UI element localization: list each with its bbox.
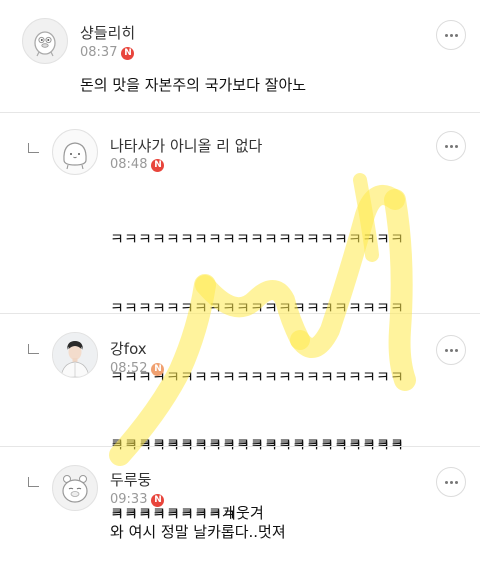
more-options-button[interactable] bbox=[436, 20, 466, 50]
comment-3: 강fox 08:52 N ㅋㅋㅋㅋㅋㅋㅋㅋㅋㅋㅋㅋㅋㅋㅋㅋㅋㅋㅋㅋㅋ ㅋㅋㅋㅋㅋㅋ… bbox=[0, 314, 480, 522]
dot-icon bbox=[454, 348, 458, 352]
duck-character-icon bbox=[34, 31, 56, 57]
dot-icon bbox=[444, 348, 448, 352]
new-badge: N bbox=[151, 494, 165, 507]
more-options-button[interactable] bbox=[436, 467, 466, 497]
new-badge: N bbox=[121, 47, 135, 60]
dot-icon bbox=[454, 33, 458, 37]
timestamp: 08:48 N bbox=[110, 157, 165, 172]
avatar[interactable] bbox=[52, 332, 98, 378]
dot-icon bbox=[449, 144, 453, 148]
dot-icon bbox=[454, 144, 458, 148]
new-badge: N bbox=[151, 363, 165, 376]
timestamp-value: 08:48 bbox=[110, 157, 148, 172]
author-name[interactable]: 샹들리히 bbox=[80, 22, 135, 43]
more-options-button[interactable] bbox=[436, 131, 466, 161]
reply-arrow-icon bbox=[28, 143, 39, 153]
avatar[interactable] bbox=[22, 18, 68, 64]
comment-4: 두루둥 09:33 N 와 여시 정말 날카롭다..멋져 bbox=[0, 447, 480, 560]
person-portrait-icon bbox=[53, 333, 97, 377]
avatar[interactable] bbox=[52, 465, 98, 511]
dot-icon bbox=[449, 33, 453, 37]
dot-icon bbox=[444, 480, 448, 484]
more-options-button[interactable] bbox=[436, 335, 466, 365]
author-name[interactable]: 강fox bbox=[110, 338, 147, 359]
dot-icon bbox=[449, 480, 453, 484]
dot-icon bbox=[454, 480, 458, 484]
comment-text: 와 여시 정말 날카롭다..멋져 bbox=[110, 523, 286, 541]
comment-1: 샹들리히 08:37 N 돈의 맛을 자본주의 국가보다 잘아노 bbox=[0, 0, 480, 112]
blob-character-icon bbox=[63, 142, 87, 170]
timestamp-value: 09:33 bbox=[110, 492, 148, 507]
comment-text: 돈의 맛을 자본주의 국가보다 잘아노 bbox=[80, 76, 307, 94]
comment-text-line: ㅋㅋㅋㅋㅋㅋㅋㅋㅋㅋㅋㅋㅋㅋㅋㅋㅋㅋㅋㅋㅋ bbox=[110, 230, 405, 248]
dot-icon bbox=[444, 144, 448, 148]
author-name[interactable]: 두루둥 bbox=[110, 469, 151, 490]
bear-character-icon bbox=[62, 475, 88, 503]
timestamp: 09:33 N bbox=[110, 492, 165, 507]
timestamp-value: 08:52 bbox=[110, 361, 148, 376]
comment-2: 나타샤가 아니올 리 없다 08:48 N ㅋㅋㅋㅋㅋㅋㅋㅋㅋㅋㅋㅋㅋㅋㅋㅋㅋㅋㅋ… bbox=[0, 113, 480, 524]
dot-icon bbox=[449, 348, 453, 352]
author-name[interactable]: 나타샤가 아니올 리 없다 bbox=[110, 135, 262, 156]
timestamp: 08:52 N bbox=[110, 361, 165, 376]
avatar[interactable] bbox=[52, 129, 98, 175]
dot-icon bbox=[444, 33, 448, 37]
reply-arrow-icon bbox=[28, 477, 39, 487]
timestamp: 08:37 N bbox=[80, 45, 135, 60]
reply-arrow-icon bbox=[28, 344, 39, 354]
timestamp-value: 08:37 bbox=[80, 45, 118, 60]
new-badge: N bbox=[151, 159, 165, 172]
